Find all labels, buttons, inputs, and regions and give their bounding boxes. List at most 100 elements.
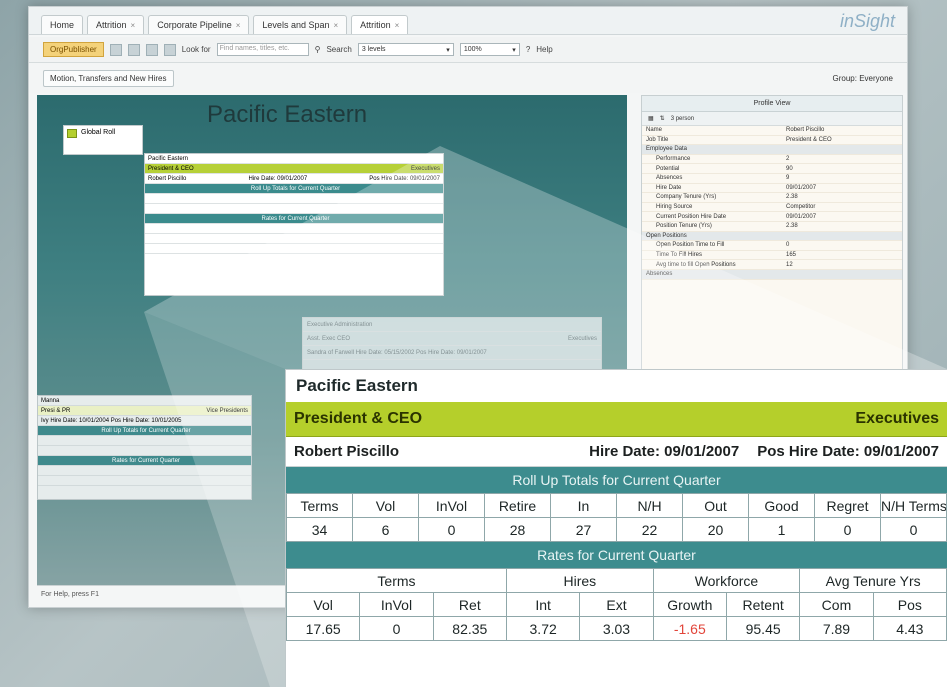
card-title-row: President & CEO Executives bbox=[145, 164, 443, 174]
canvas-title: Pacific Eastern bbox=[207, 101, 368, 128]
print-icon[interactable] bbox=[127, 43, 140, 56]
profile-row[interactable]: Performance 2 bbox=[642, 155, 902, 165]
profile-row[interactable]: Current Position Hire Date 09/01/2007 bbox=[642, 212, 902, 222]
profile-row[interactable]: Job Title President & CEO bbox=[642, 136, 902, 146]
close-icon[interactable]: × bbox=[131, 21, 136, 30]
tab-attrition-1[interactable]: Attrition × bbox=[87, 15, 145, 34]
zoomed-org-card: Pacific Eastern President & CEO Executiv… bbox=[285, 369, 947, 687]
profile-row[interactable]: Hire Date 09/01/2007 bbox=[642, 184, 902, 194]
profile-value: 09/01/2007 bbox=[786, 213, 817, 220]
rates-header-cell: Pos bbox=[872, 592, 947, 617]
legend-label: Global Roll bbox=[81, 129, 116, 136]
grid-icon[interactable]: ▦ bbox=[648, 115, 654, 122]
rates-value-cell: 3.72 bbox=[505, 616, 581, 641]
rates-band: Rates for Current Quarter bbox=[286, 542, 947, 568]
rollup-value-cell: 22 bbox=[616, 517, 683, 542]
org-node-card-secondary[interactable]: Executive Administration Asst. Exec CEO E… bbox=[302, 317, 602, 377]
rates-group-terms: Terms bbox=[286, 568, 507, 593]
close-icon[interactable]: × bbox=[333, 21, 338, 30]
zoom-select[interactable]: 100% ▾ bbox=[459, 43, 520, 56]
save-icon[interactable] bbox=[109, 43, 122, 56]
rollup-header-cell: In bbox=[550, 493, 617, 518]
levels-select[interactable]: 3 levels ▾ bbox=[357, 43, 454, 56]
left-line2-row: Presi & PR Vice Presidents bbox=[38, 406, 251, 416]
profile-row[interactable]: Name Robert Piscillo bbox=[642, 126, 902, 136]
profile-row[interactable]: Absences bbox=[642, 269, 902, 280]
binoculars-icon[interactable]: ⚲ bbox=[315, 45, 321, 54]
card-rollup-band: Roll Up Totals for Current Quarter bbox=[145, 184, 443, 194]
profile-key: Absences bbox=[656, 175, 683, 182]
profile-key: Performance bbox=[656, 156, 691, 163]
look-for-label: Look for bbox=[181, 45, 211, 54]
help-icon[interactable]: ? bbox=[526, 45, 530, 54]
tab-bar: Home Attrition × Corporate Pipeline × Leve… bbox=[29, 7, 907, 35]
profile-row[interactable]: Time To Fill Hires 165 bbox=[642, 251, 902, 261]
left-row bbox=[38, 436, 251, 446]
help-button[interactable]: Help bbox=[536, 45, 552, 54]
search-button[interactable]: Search bbox=[326, 45, 351, 54]
rates-header-cell: Com bbox=[799, 592, 874, 617]
zoom-title-row: President & CEO Executives bbox=[286, 402, 947, 437]
profile-row[interactable]: Absences 9 bbox=[642, 174, 902, 184]
org-node-card[interactable]: Pacific Eastern President & CEO Executiv… bbox=[144, 153, 444, 296]
profile-row[interactable]: Potential 90 bbox=[642, 164, 902, 174]
card-title: President & CEO bbox=[148, 165, 194, 172]
profile-row[interactable]: Open Position Time to Fill 0 bbox=[642, 241, 902, 251]
left-line2: Presi & PR bbox=[41, 407, 71, 414]
profile-value: 165 bbox=[786, 252, 797, 259]
group-select[interactable]: Group: Everyone bbox=[833, 74, 893, 83]
rates-value-cell: 82.35 bbox=[432, 616, 507, 641]
profile-key: Name bbox=[646, 127, 663, 134]
ghost-line2: Asst. Exec CEO bbox=[307, 335, 351, 342]
sort-icon[interactable]: ⇅ bbox=[660, 115, 665, 122]
ghost-line2-row: Asst. Exec CEO Executives bbox=[303, 332, 601, 346]
rates-header-cell: Growth bbox=[652, 592, 727, 617]
rates-value-cell: 95.45 bbox=[725, 616, 801, 641]
zoom-title: President & CEO bbox=[294, 410, 423, 427]
look-for-input[interactable]: Find names, titles, etc. bbox=[216, 43, 309, 56]
profile-row[interactable]: Open Positions bbox=[642, 231, 902, 242]
rates-value-cell: 17.65 bbox=[286, 616, 361, 641]
left-row bbox=[38, 476, 251, 486]
rates-group-hires: Hires bbox=[505, 568, 654, 593]
tab-levels-and-span[interactable]: Levels and Span × bbox=[253, 15, 348, 34]
left-row bbox=[38, 466, 251, 476]
profile-row[interactable]: Hiring Source Competitor bbox=[642, 203, 902, 213]
card-row bbox=[145, 234, 443, 244]
profile-row[interactable]: Avg time to fill Open Positions 12 bbox=[642, 260, 902, 270]
tab-label: Home bbox=[50, 20, 75, 30]
rollup-value-cell: 34 bbox=[286, 517, 353, 542]
card-employee-row: Robert Piscillo Hire Date: 09/01/2007 Po… bbox=[145, 174, 443, 184]
tab-corporate-pipeline[interactable]: Corporate Pipeline × bbox=[148, 15, 250, 34]
tab-home[interactable]: Home bbox=[41, 15, 84, 34]
rollup-header-cell: Regret bbox=[814, 493, 881, 518]
profile-value: 90 bbox=[786, 165, 793, 172]
legend: Global Roll bbox=[63, 125, 143, 155]
profile-value: 0 bbox=[786, 242, 790, 249]
toolbar: OrgPublisher Look for Find names, titles… bbox=[29, 37, 907, 63]
rates-header-cell: InVol bbox=[359, 592, 434, 617]
close-icon[interactable]: × bbox=[236, 21, 241, 30]
profile-key: Position Tenure (Yrs) bbox=[656, 223, 712, 230]
copy-icon[interactable] bbox=[145, 43, 158, 56]
left-line1: Manna bbox=[38, 396, 251, 406]
rates-group-tenure: Avg Tenure Yrs bbox=[799, 568, 947, 593]
profile-rows: Name Robert Piscillo Job Title President & … bbox=[642, 126, 902, 280]
rates-value-cell: 0 bbox=[359, 616, 434, 641]
profile-row[interactable]: Company Tenure (Yrs) 2.38 bbox=[642, 193, 902, 203]
ghost-line1: Executive Administration bbox=[303, 318, 601, 332]
profile-view-title: Profile View bbox=[642, 96, 902, 112]
profile-row[interactable]: Employee Data bbox=[642, 145, 902, 155]
card-hire-date: Hire Date: 09/01/2007 bbox=[248, 175, 308, 182]
rollup-table: Terms Vol InVol Retire In N/H Out Good Regret N/H… bbox=[286, 493, 947, 542]
tab-attrition-2[interactable]: Attrition × bbox=[351, 15, 409, 34]
close-icon[interactable]: × bbox=[395, 21, 400, 30]
motion-transfers-button[interactable]: Motion, Transfers and New Hires bbox=[43, 69, 174, 87]
org-node-card-left[interactable]: Manna Presi & PR Vice Presidents Ivy Hire… bbox=[37, 395, 252, 500]
org-publisher-button[interactable]: OrgPublisher bbox=[43, 42, 104, 57]
chevron-down-icon: ▾ bbox=[446, 46, 450, 54]
export-icon[interactable] bbox=[163, 43, 176, 56]
rollup-header-cell: Vol bbox=[352, 493, 419, 518]
profile-row[interactable]: Position Tenure (Yrs) 2.38 bbox=[642, 222, 902, 232]
rates-value-cell: -1.65 bbox=[652, 616, 727, 641]
